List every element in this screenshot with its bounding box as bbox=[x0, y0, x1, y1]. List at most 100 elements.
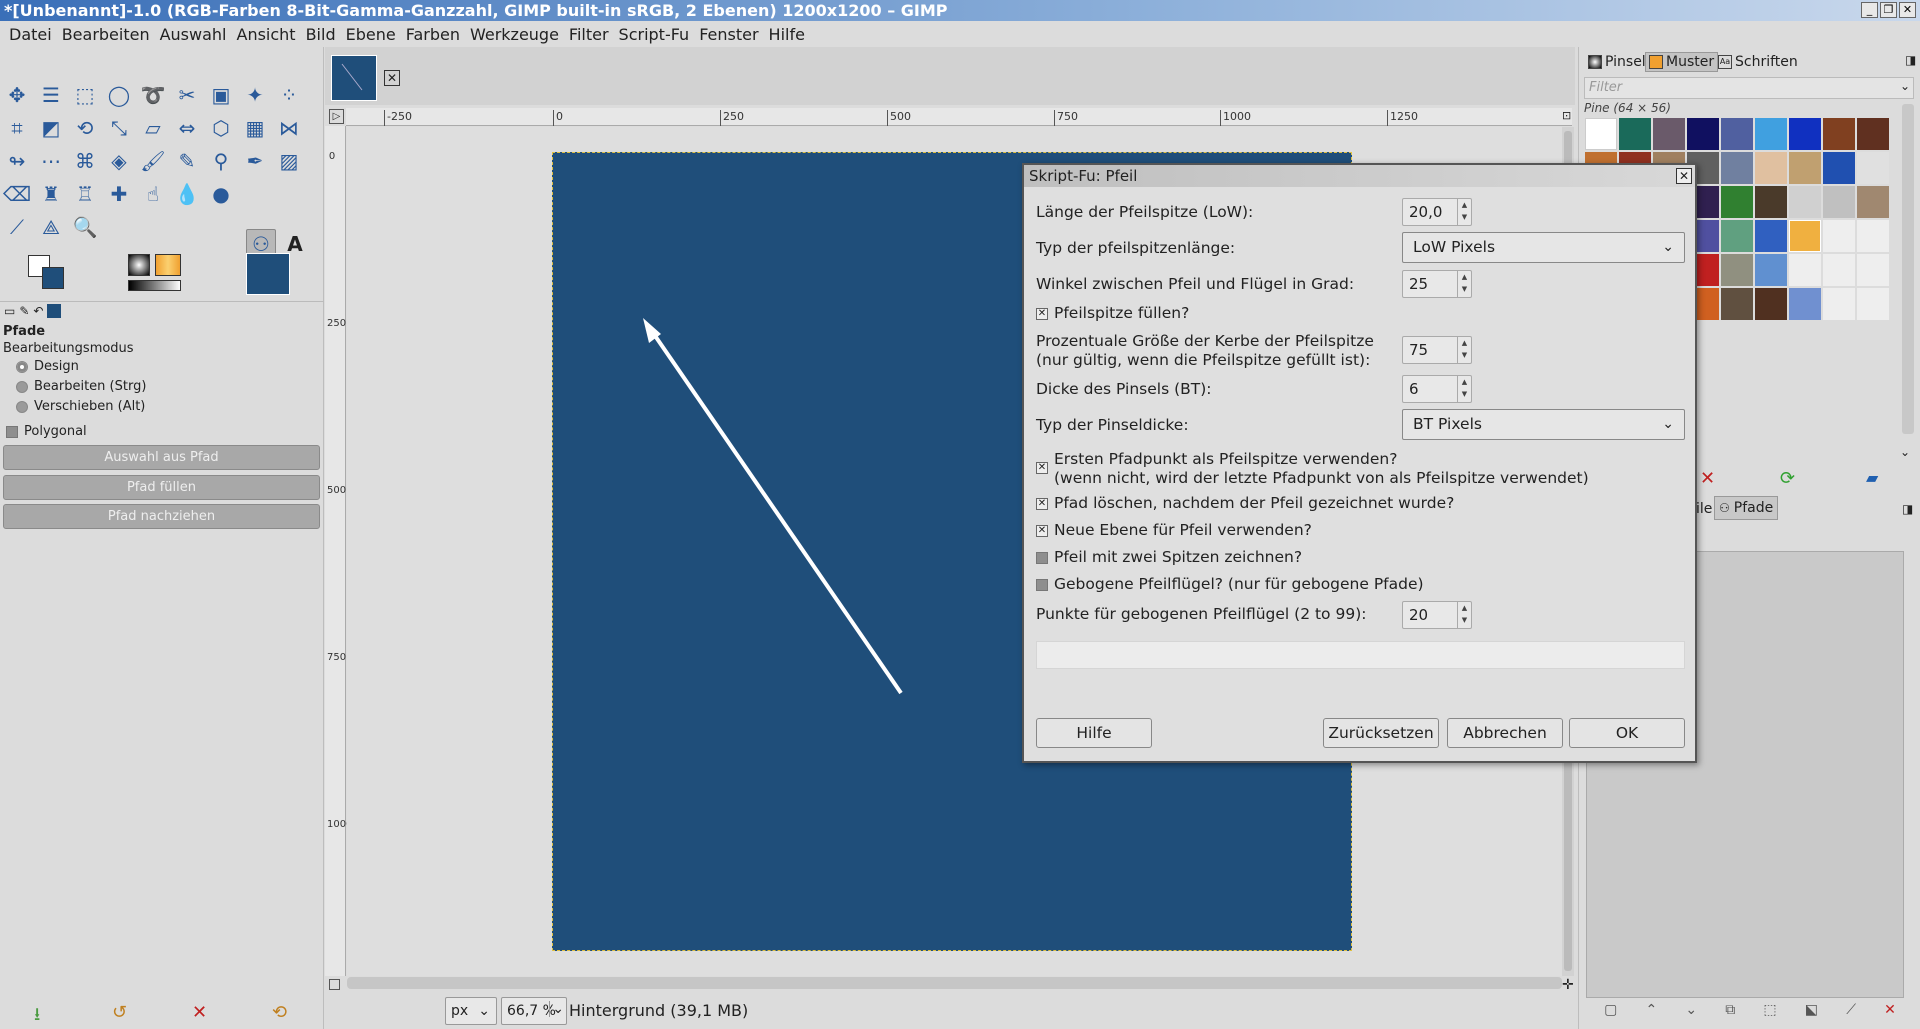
menu-hilfe[interactable]: Hilfe bbox=[764, 25, 810, 44]
images-icon[interactable] bbox=[47, 303, 62, 318]
pattern-swatch[interactable] bbox=[1857, 186, 1889, 218]
clone-icon[interactable]: ♜ bbox=[36, 179, 66, 209]
pattern-swatch[interactable] bbox=[1721, 220, 1753, 252]
save-options-icon[interactable]: ⭳ bbox=[34, 1002, 40, 1029]
shear-icon[interactable]: ▱ bbox=[138, 113, 168, 143]
minimize-icon[interactable]: _ bbox=[1861, 2, 1878, 18]
fuzzy-select-icon[interactable]: ✦ bbox=[240, 80, 270, 110]
pattern-swatch[interactable] bbox=[1789, 288, 1821, 320]
pattern-swatch[interactable] bbox=[1619, 118, 1651, 150]
pattern-swatch[interactable] bbox=[1755, 254, 1787, 286]
cage-icon[interactable]: ▦ bbox=[240, 113, 270, 143]
chevron-down-icon[interactable]: ⌄ bbox=[1900, 79, 1910, 93]
lower-path-icon[interactable]: ⌄ bbox=[1685, 1002, 1697, 1024]
pattern-swatch[interactable] bbox=[1789, 254, 1821, 286]
menu-farben[interactable]: Farben bbox=[401, 25, 465, 44]
spin-arrows-icon[interactable]: ▲ ▼ bbox=[1457, 602, 1471, 628]
length-type-select[interactable]: LoW Pixels ⌄ bbox=[1402, 232, 1685, 263]
curved-wings-checkbox[interactable]: Gebogene Pfeilflügel? (nur für gebogene … bbox=[1036, 575, 1424, 594]
reset-options-icon[interactable]: ⟲ bbox=[272, 1002, 287, 1023]
crop-icon[interactable]: ⌗ bbox=[2, 113, 32, 143]
pattern-swatch[interactable] bbox=[1755, 118, 1787, 150]
rect-select-icon[interactable]: ⬚ bbox=[70, 80, 100, 110]
pattern-swatch[interactable] bbox=[1823, 254, 1855, 286]
first-point-checkbox[interactable]: ✕ Ersten Pfadpunkt als Pfeilspitze verwe… bbox=[1036, 450, 1589, 488]
pattern-filter-input[interactable]: Filter bbox=[1584, 77, 1914, 99]
pattern-swatch[interactable] bbox=[1585, 118, 1617, 150]
menu-datei[interactable]: Datei bbox=[4, 25, 57, 44]
pattern-swatch[interactable] bbox=[1755, 220, 1787, 252]
navigate-icon[interactable]: ⊡ bbox=[1562, 109, 1574, 124]
tab-pfade[interactable]: ⚇ Pfade bbox=[1714, 496, 1779, 520]
rotate-icon[interactable]: ⟲ bbox=[70, 113, 100, 143]
pattern-swatch[interactable] bbox=[1721, 254, 1753, 286]
maximize-icon[interactable]: ❐ bbox=[1880, 2, 1897, 18]
unified-transform-icon[interactable]: ◩ bbox=[36, 113, 66, 143]
polygonal-checkbox[interactable]: Polygonal bbox=[6, 424, 87, 439]
zoom-icon[interactable]: 🔍 bbox=[70, 212, 100, 242]
spin-arrows-icon[interactable]: ▲ ▼ bbox=[1457, 337, 1471, 363]
scale-icon[interactable]: ⤡ bbox=[104, 113, 134, 143]
menu-bearbeiten[interactable]: Bearbeiten bbox=[57, 25, 155, 44]
pattern-swatch[interactable] bbox=[1823, 118, 1855, 150]
menu-ebene[interactable]: Ebene bbox=[341, 25, 401, 44]
stroke-path-button[interactable]: Pfad nachziehen bbox=[3, 504, 320, 529]
image-tab-thumbnail[interactable] bbox=[331, 55, 377, 101]
close-window-icon[interactable]: ✕ bbox=[1899, 2, 1916, 18]
pattern-swatch[interactable] bbox=[1857, 118, 1889, 150]
pattern-swatch[interactable] bbox=[1857, 152, 1889, 184]
text-tool-alt-icon[interactable]: ⌘ bbox=[70, 146, 100, 176]
color-picker-icon[interactable]: ⟋ bbox=[2, 212, 32, 242]
two-heads-checkbox[interactable]: Pfeil mit zwei Spitzen zeichnen? bbox=[1036, 548, 1302, 567]
undo-history-icon[interactable]: ↶ bbox=[33, 304, 43, 318]
heal-icon[interactable]: ✚ bbox=[104, 179, 134, 209]
ink-icon[interactable]: ✒ bbox=[240, 146, 270, 176]
mode-move-radio[interactable]: Verschieben (Alt) bbox=[16, 399, 145, 414]
new-path-icon[interactable]: ▢ bbox=[1604, 1002, 1617, 1024]
angle-spinner[interactable]: 25 ▲ ▼ bbox=[1402, 270, 1472, 298]
pencil-icon[interactable]: ✎ bbox=[172, 146, 202, 176]
bucket-fill-icon[interactable]: ◈ bbox=[104, 146, 134, 176]
move-tool-icon[interactable]: ✥ bbox=[2, 80, 32, 110]
spin-arrows-icon[interactable]: ▲ ▼ bbox=[1457, 271, 1471, 297]
open-as-image-icon[interactable]: ▰ bbox=[1866, 468, 1878, 487]
smudge-icon[interactable]: ☝ bbox=[138, 179, 168, 209]
cancel-button[interactable]: Abbrechen bbox=[1447, 718, 1563, 748]
pattern-swatch[interactable] bbox=[1687, 118, 1719, 150]
ellipse-select-icon[interactable]: ◯ bbox=[104, 80, 134, 110]
horizontal-scrollbar[interactable] bbox=[347, 977, 1562, 989]
lasso-icon[interactable]: ➰ bbox=[138, 80, 168, 110]
path-to-selection-icon[interactable]: ⬚ bbox=[1763, 1002, 1776, 1024]
unit-select[interactable]: px ⌄ bbox=[445, 997, 497, 1025]
navigation-cross-icon[interactable]: ✛ bbox=[1562, 977, 1574, 993]
menu-fenster[interactable]: Fenster bbox=[694, 25, 763, 44]
pattern-swatch[interactable] bbox=[1721, 288, 1753, 320]
paintbrush-icon[interactable]: 🖌 bbox=[138, 146, 168, 176]
pattern-swatch[interactable] bbox=[1721, 152, 1753, 184]
brush-type-select[interactable]: BT Pixels ⌄ bbox=[1402, 409, 1685, 440]
selection-to-path-icon[interactable]: ⬕ bbox=[1805, 1002, 1818, 1024]
spin-arrows-icon[interactable]: ▲ ▼ bbox=[1457, 376, 1471, 402]
dock-scrollbar[interactable] bbox=[1902, 104, 1914, 434]
flip-icon[interactable]: ⇔ bbox=[172, 113, 202, 143]
mypaint-icon[interactable]: ▨ bbox=[274, 146, 304, 176]
perspective-icon[interactable]: ⬡ bbox=[206, 113, 236, 143]
delete-pattern-icon[interactable]: ✕ bbox=[1700, 468, 1715, 489]
perspective-clone-icon[interactable]: ♖ bbox=[70, 179, 100, 209]
brush-thickness-spinner[interactable]: 6 ▲ ▼ bbox=[1402, 375, 1472, 403]
close-icon[interactable]: ✕ bbox=[1676, 168, 1692, 184]
dodge-burn-icon[interactable]: ● bbox=[206, 179, 236, 209]
pattern-swatch[interactable] bbox=[1823, 186, 1855, 218]
blur-icon[interactable]: 💧 bbox=[172, 179, 202, 209]
chevron-down-icon[interactable]: ⌄ bbox=[1900, 445, 1910, 459]
measure-icon[interactable]: ⟁ bbox=[36, 212, 66, 242]
restore-options-icon[interactable]: ↺ bbox=[112, 1002, 127, 1023]
mode-design-radio[interactable]: Design bbox=[16, 359, 79, 374]
notch-spinner[interactable]: 75 ▲ ▼ bbox=[1402, 336, 1472, 364]
gradient-preview[interactable] bbox=[128, 280, 181, 291]
curve-points-spinner[interactable]: 20 ▲ ▼ bbox=[1402, 601, 1472, 629]
pattern-swatch[interactable] bbox=[1721, 118, 1753, 150]
color-select-icon[interactable]: ⁘ bbox=[274, 80, 304, 110]
eraser-icon[interactable]: ⌫ bbox=[2, 179, 32, 209]
menu-filter[interactable]: Filter bbox=[564, 25, 614, 44]
